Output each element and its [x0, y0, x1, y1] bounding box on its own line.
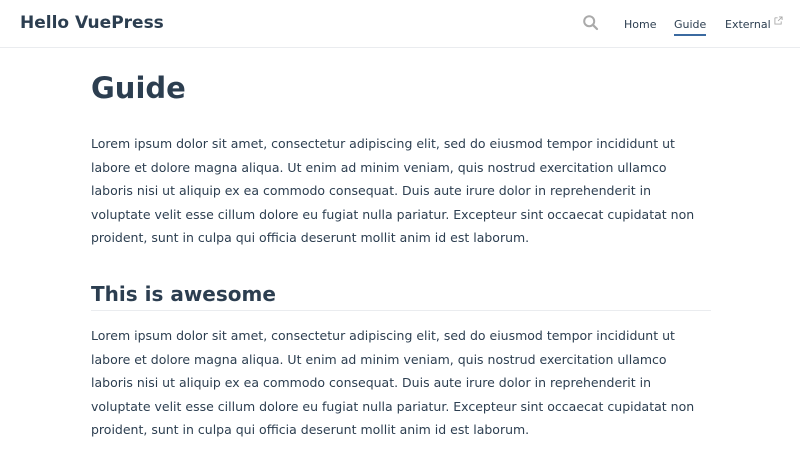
nav-link-home[interactable]: Home — [624, 17, 656, 33]
nav-link-external[interactable]: External — [725, 16, 783, 33]
navbar: Hello VuePress Home Guide External — [0, 0, 800, 48]
section-heading[interactable]: This is awesome — [91, 281, 711, 311]
site-title[interactable]: Hello VuePress — [20, 13, 164, 33]
section-paragraph: Lorem ipsum dolor sit amet, consectetur … — [91, 328, 695, 438]
page-title: Guide — [91, 71, 186, 105]
nav-link-external-label: External — [725, 18, 771, 31]
search-icon[interactable] — [582, 14, 600, 32]
search-box[interactable] — [582, 14, 602, 34]
external-link-icon — [774, 16, 783, 25]
intro-paragraph: Lorem ipsum dolor sit amet, consectetur … — [91, 136, 695, 246]
nav-link-guide[interactable]: Guide — [674, 17, 707, 36]
